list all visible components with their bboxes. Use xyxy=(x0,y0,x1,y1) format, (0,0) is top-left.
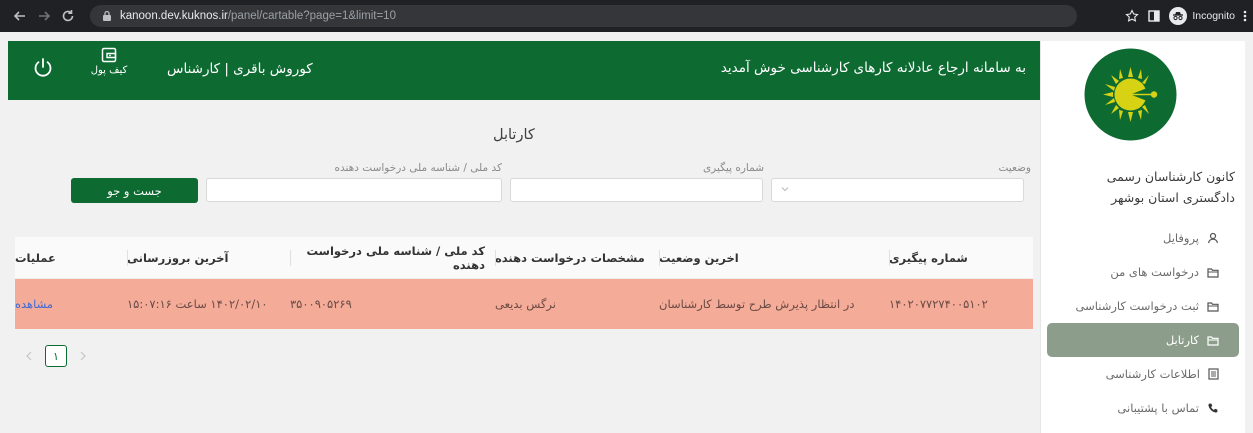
cell-tracking: ۱۴۰۲۰۷۷۲۷۴۰۰۵۱۰۲ xyxy=(889,297,988,311)
page-title: کارتابل xyxy=(493,127,535,143)
sidebar-item-profile[interactable]: پروفایل xyxy=(1047,221,1239,255)
sidebar-item-new-request[interactable]: ثبت درخواست کارشناسی xyxy=(1047,289,1239,323)
status-label: وضعیت xyxy=(998,162,1031,174)
sidebar-menu: پروفایل درخواست های من ثبت درخواست کارشن… xyxy=(1041,221,1253,425)
wallet-button[interactable]: کیف پول xyxy=(80,47,138,76)
back-icon[interactable] xyxy=(8,4,32,28)
column-header: آخرین بروزرسانی xyxy=(127,250,229,266)
sidebar-item-support[interactable]: تماس با پشتیبانی xyxy=(1047,391,1239,425)
sidebar-item-cartable[interactable]: کارتابل xyxy=(1047,323,1239,357)
column-header: شماره پیگیری xyxy=(889,250,968,266)
wallet-icon xyxy=(101,47,117,63)
kebab-menu-icon[interactable] xyxy=(1243,9,1247,23)
welcome-text: به سامانه ارجاع عادلانه کارهای کارشناسی … xyxy=(720,60,1026,76)
column-header: مشخصات درخواست دهنده xyxy=(495,250,645,266)
incognito-icon xyxy=(1169,7,1188,25)
incognito-indicator[interactable]: Incognito xyxy=(1169,7,1235,25)
view-link[interactable]: مشاهده xyxy=(15,279,127,329)
cell-national-id: ۳۵۰۰۹۰۵۲۶۹ xyxy=(290,297,352,311)
user-icon xyxy=(1207,232,1219,244)
top-header: به سامانه ارجاع عادلانه کارهای کارشناسی … xyxy=(8,41,1040,100)
table-row: ۱۴۰۲۰۷۷۲۷۴۰۰۵۱۰۲ در انتظار پذیرش طرح توس… xyxy=(15,279,1033,329)
search-button[interactable]: جست و جو xyxy=(71,178,198,203)
tracking-label: شماره پیگیری xyxy=(702,162,764,174)
folder-icon xyxy=(1207,267,1219,278)
reload-icon[interactable] xyxy=(56,4,80,28)
tracking-input[interactable] xyxy=(510,178,763,202)
incognito-label: Incognito xyxy=(1192,10,1235,22)
table-header: شماره پیگیری اخرین وضعیت مشخصات درخواست … xyxy=(15,237,1033,279)
page-scrollbar[interactable] xyxy=(1245,41,1253,433)
wallet-label: کیف پول xyxy=(90,65,128,76)
phone-icon xyxy=(1208,403,1218,413)
org-name: کانون کارشناسان رسمی دادگستری استان بوشه… xyxy=(1106,169,1235,205)
lock-icon xyxy=(100,9,114,23)
chevron-down-icon xyxy=(780,184,790,197)
cartable-table: شماره پیگیری اخرین وضعیت مشخصات درخواست … xyxy=(15,237,1033,329)
pagination: ۱ xyxy=(21,345,91,367)
column-header: کد ملی / شناسه ملی درخواست دهنده xyxy=(290,237,495,278)
cell-requester: نرگس بدیعی xyxy=(495,297,556,311)
user-name: کوروش باقری | کارشناس xyxy=(167,61,313,77)
address-bar[interactable]: kanoon.dev.kuknos.ir/panel/cartable?page… xyxy=(90,5,1077,27)
sidebar: کانون کارشناسان رسمی دادگستری استان بوشه… xyxy=(1040,41,1253,433)
folder-icon xyxy=(1207,335,1219,346)
url-host: kanoon.dev.kuknos.ir xyxy=(120,10,228,22)
national-id-input[interactable] xyxy=(206,178,502,202)
forward-icon[interactable] xyxy=(32,4,56,28)
status-select[interactable] xyxy=(771,178,1024,202)
folder-icon xyxy=(1207,301,1219,312)
cell-updated: ۱۴۰۲/۰۲/۱۰ ساعت ۱۵:۰۷:۱۶ xyxy=(127,297,268,311)
column-header: اخرین وضعیت xyxy=(659,250,739,266)
national-id-label: کد ملی / شناسه ملی درخواست دهنده xyxy=(334,162,502,174)
page-number-button[interactable]: ۱ xyxy=(45,345,67,367)
sidepanel-icon[interactable] xyxy=(1147,9,1161,23)
list-icon xyxy=(1208,368,1219,380)
main-content: به سامانه ارجاع عادلانه کارهای کارشناسی … xyxy=(0,41,1040,433)
sidebar-item-my-requests[interactable]: درخواست های من xyxy=(1047,255,1239,289)
column-header: عملیات xyxy=(15,250,56,265)
power-icon[interactable] xyxy=(32,57,54,79)
bookmark-star-icon[interactable] xyxy=(1125,9,1140,23)
cell-status: در انتظار پذیرش طرح توسط کارشناسان xyxy=(659,297,855,311)
sidebar-item-expert-info[interactable]: اطلاعات کارشناسی xyxy=(1047,357,1239,391)
org-logo xyxy=(1083,47,1178,142)
browser-toolbar: kanoon.dev.kuknos.ir/panel/cartable?page… xyxy=(0,0,1253,32)
url-path: /panel/cartable?page=1&limit=10 xyxy=(227,10,396,22)
chevron-left-icon[interactable] xyxy=(21,345,37,367)
chevron-right-icon[interactable] xyxy=(75,345,91,367)
